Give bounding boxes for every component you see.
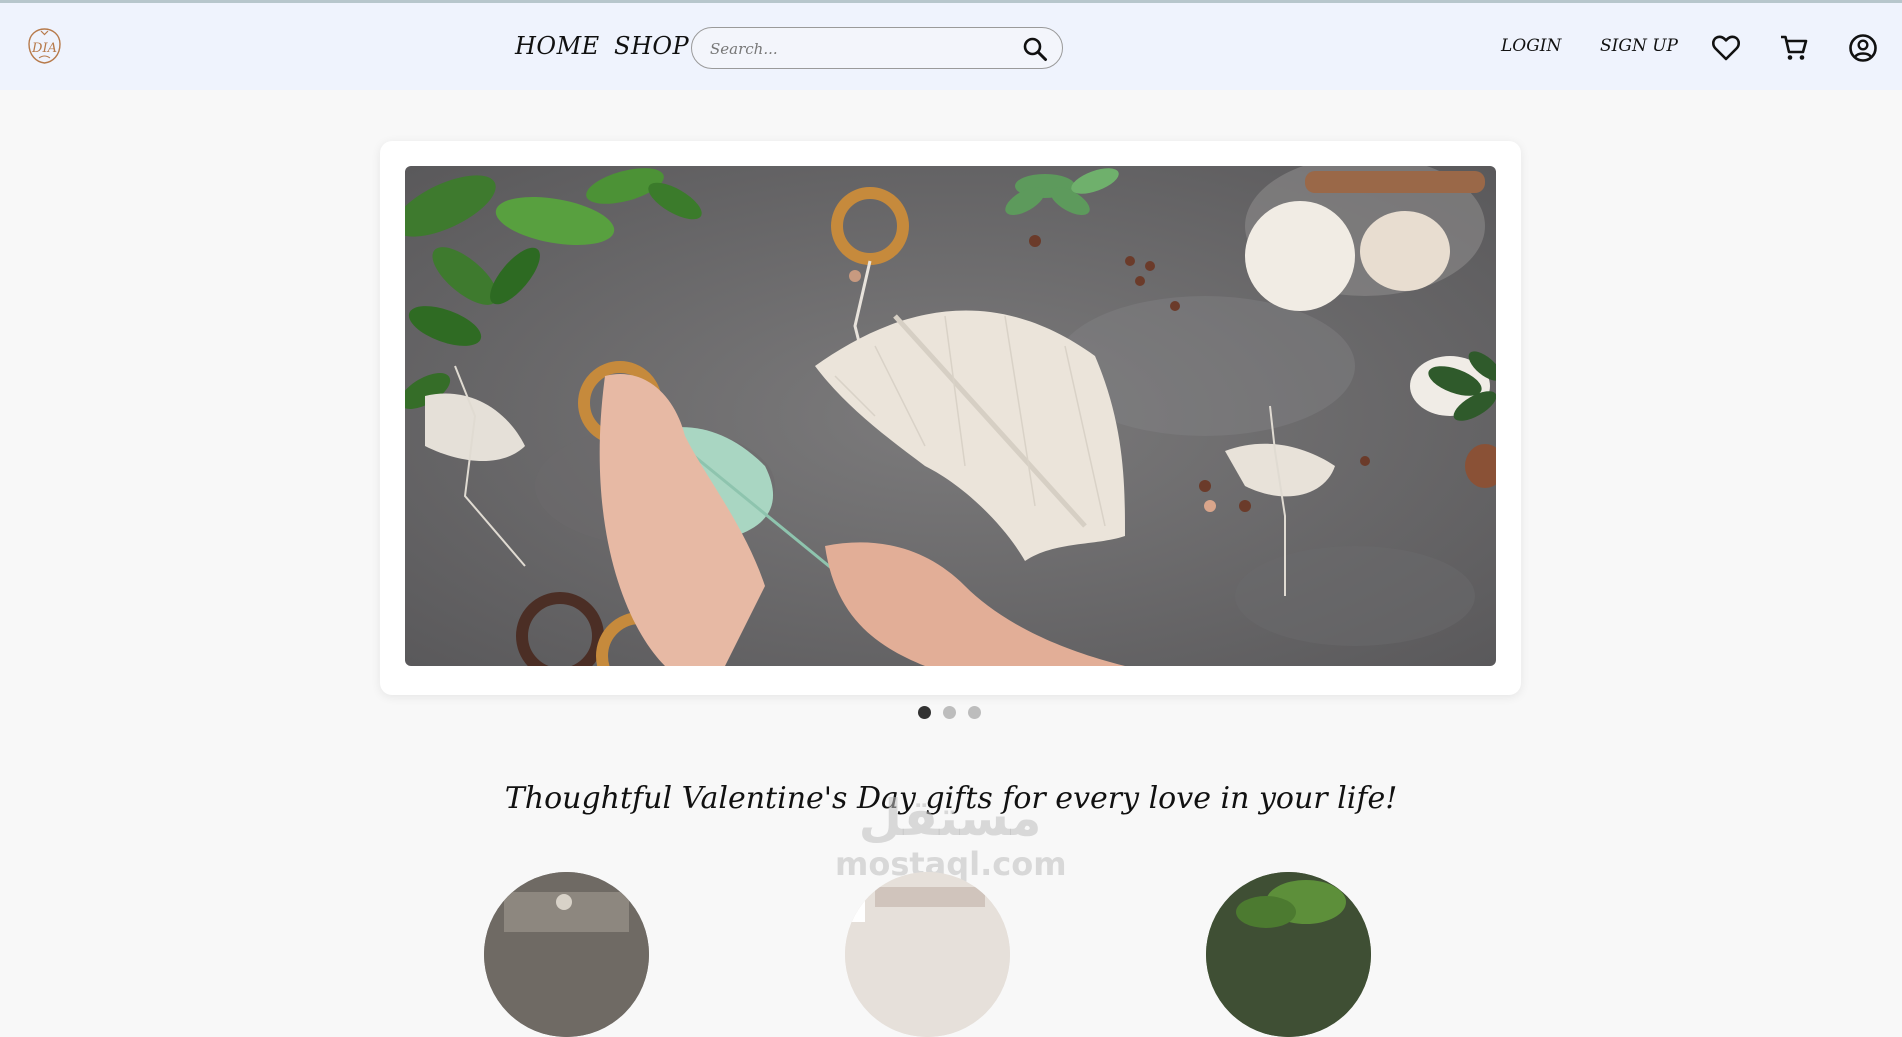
cart-icon[interactable] [1779,33,1809,63]
svg-text:DIA: DIA [31,41,57,56]
section-title: Thoughtful Valentine's Day gifts for eve… [504,781,1398,816]
hero-carousel [380,141,1521,695]
account-icon[interactable] [1848,33,1878,63]
search-input[interactable] [708,36,1012,62]
category-image-1[interactable] [484,872,649,1037]
dia-logo-icon[interactable]: DIA [27,27,62,65]
carousel-indicators [918,706,988,720]
nav-shop-link[interactable]: SHOP [614,32,689,60]
category-image-3[interactable] [1206,872,1371,1037]
carousel-dot-2[interactable] [943,706,956,719]
search-icon[interactable] [1022,36,1048,62]
search-bar [691,27,1063,69]
navbar: DIA HOME SHOP LOGIN SIGN UP [0,3,1902,90]
login-link[interactable]: LOGIN [1501,36,1561,56]
signup-link[interactable]: SIGN UP [1600,36,1678,56]
carousel-dot-1[interactable] [918,706,931,719]
macrame-feather-image[interactable] [405,166,1496,666]
heart-icon[interactable] [1711,33,1741,63]
nav-home-link[interactable]: HOME [515,32,600,60]
carousel-dot-3[interactable] [968,706,981,719]
category-image-2[interactable] [845,872,1010,1037]
